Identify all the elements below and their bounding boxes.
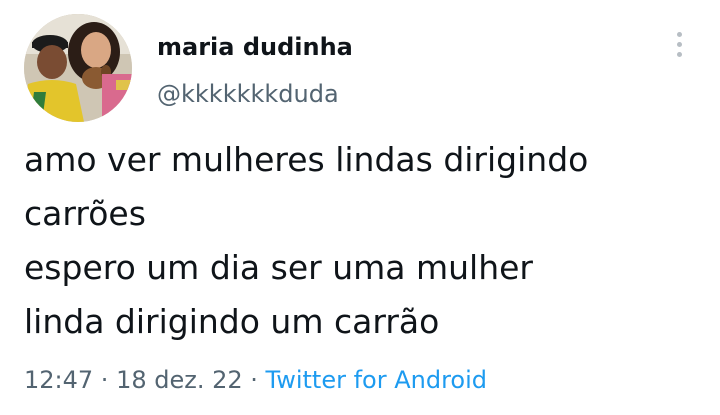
vertical-ellipsis-icon[interactable] <box>668 28 692 62</box>
avatar[interactable] <box>24 14 132 122</box>
meta-separator: · <box>242 366 266 394</box>
user-handle[interactable]: @kkkkkkkduda <box>157 79 339 109</box>
tweet-text-line: carrões <box>24 194 146 233</box>
tweet-date[interactable]: 18 dez. 22 <box>116 366 243 394</box>
tweet-time[interactable]: 12:47 <box>24 366 93 394</box>
display-name[interactable]: maria dudinha <box>157 32 353 62</box>
tweet-text-line: linda dirigindo um carrão <box>24 302 440 341</box>
tweet-meta: 12:47 · 18 dez. 22 · Twitter for Android <box>24 364 487 396</box>
meta-separator: · <box>93 366 117 394</box>
tweet-card: maria dudinha @kkkkkkkduda amo ver mulhe… <box>0 0 720 415</box>
tweet-text: amo ver mulheres lindas dirigindo carrõe… <box>24 133 704 349</box>
tweet-text-line: espero um dia ser uma mulher <box>24 248 533 287</box>
avatar-photo <box>24 14 132 122</box>
tweet-source-link[interactable]: Twitter for Android <box>266 366 487 394</box>
tweet-text-line: amo ver mulheres lindas dirigindo <box>24 140 589 179</box>
